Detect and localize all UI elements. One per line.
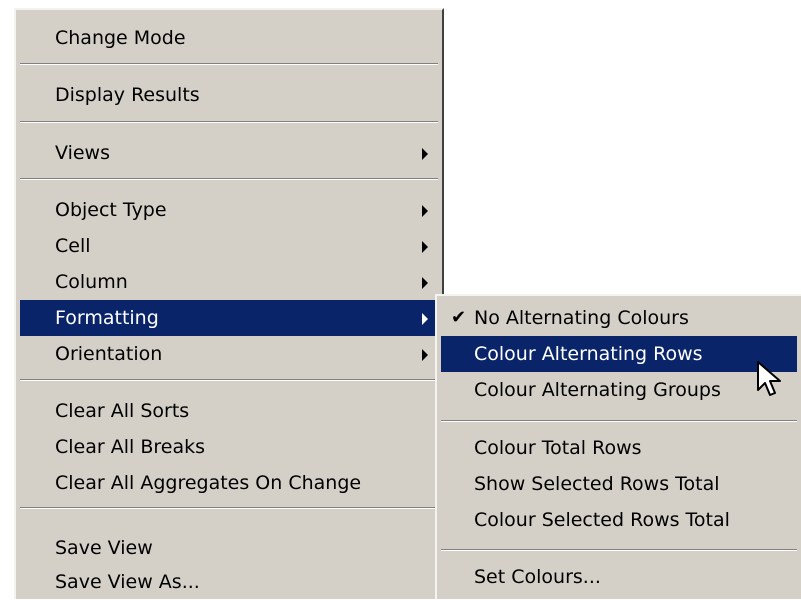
menu-item-cell[interactable]: Cell bbox=[20, 228, 438, 264]
submenu-arrow-icon bbox=[422, 349, 428, 361]
menu-separator bbox=[20, 121, 438, 123]
menu-separator bbox=[20, 63, 438, 65]
submenu-arrow-icon bbox=[422, 148, 428, 160]
menu-separator bbox=[20, 507, 438, 509]
submenu-item-show-selected-rows-total[interactable]: Show Selected Rows Total bbox=[441, 466, 797, 502]
menu-separator bbox=[441, 420, 797, 422]
menu-item-change-mode[interactable]: Change Mode bbox=[20, 20, 438, 56]
menu-item-views[interactable]: Views bbox=[20, 135, 438, 171]
submenu-arrow-icon bbox=[422, 205, 428, 217]
submenu-item-colour-total-rows[interactable]: Colour Total Rows bbox=[441, 430, 797, 466]
menu-item-clear-all-sorts[interactable]: Clear All Sorts bbox=[20, 393, 438, 429]
submenu-arrow-icon bbox=[422, 241, 428, 253]
menu-item-formatting[interactable]: Formatting bbox=[20, 300, 438, 336]
menu-item-display-results[interactable]: Display Results bbox=[20, 77, 438, 113]
formatting-submenu: ✔ No Alternating Colours Colour Alternati… bbox=[435, 294, 801, 599]
menu-separator bbox=[20, 379, 438, 381]
menu-separator bbox=[441, 549, 797, 551]
menu-separator bbox=[20, 178, 438, 180]
menu-item-orientation[interactable]: Orientation bbox=[20, 336, 438, 372]
context-menu: Change Mode Display Results Views Object… bbox=[14, 8, 444, 599]
submenu-item-no-alternating-colours[interactable]: ✔ No Alternating Colours bbox=[441, 300, 797, 336]
submenu-arrow-icon bbox=[422, 313, 428, 325]
submenu-item-colour-alternating-rows[interactable]: Colour Alternating Rows bbox=[441, 336, 797, 372]
menu-item-clear-all-breaks[interactable]: Clear All Breaks bbox=[20, 429, 438, 465]
checkmark-icon: ✔ bbox=[451, 307, 467, 328]
menu-item-save-view-as[interactable]: Save View As... bbox=[20, 564, 438, 600]
menu-item-object-type[interactable]: Object Type bbox=[20, 192, 438, 228]
menu-item-column[interactable]: Column bbox=[20, 264, 438, 300]
mouse-pointer-icon bbox=[757, 361, 781, 396]
submenu-item-colour-selected-rows-total[interactable]: Colour Selected Rows Total bbox=[441, 502, 797, 538]
submenu-item-colour-alternating-groups[interactable]: Colour Alternating Groups bbox=[441, 372, 797, 408]
menu-item-clear-all-aggregates[interactable]: Clear All Aggregates On Change bbox=[20, 465, 438, 501]
submenu-item-set-colours[interactable]: Set Colours... bbox=[441, 559, 797, 595]
submenu-arrow-icon bbox=[422, 277, 428, 289]
menu-item-save-view[interactable]: Save View bbox=[20, 530, 438, 566]
